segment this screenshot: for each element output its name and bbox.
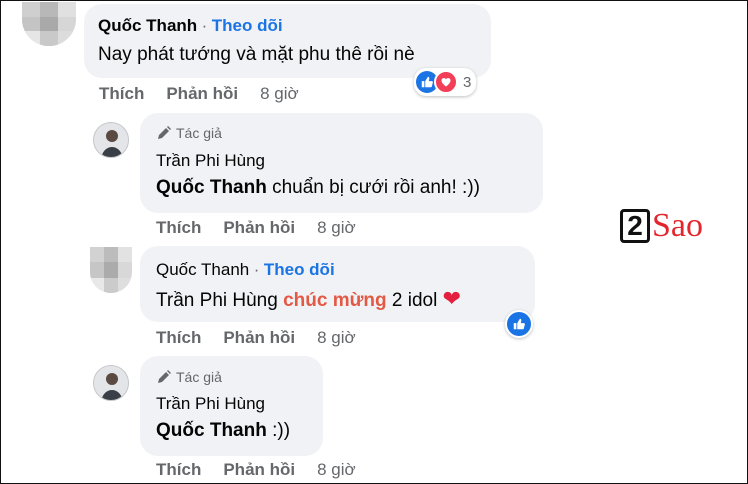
mention-link[interactable]: Trần Phi Hùng [156, 290, 278, 311]
comment-header: Quốc Thanh · Theo dõi [98, 16, 283, 36]
highlighted-phrase: chúc mừng [283, 290, 387, 311]
reply-text: Trần Phi Hùng chúc mừng 2 idol ❤ [156, 286, 461, 312]
reply-button[interactable]: Phản hồi [166, 84, 238, 104]
separator: · [253, 260, 260, 279]
reaction-count: 3 [463, 73, 472, 91]
timestamp[interactable]: 8 giờ [317, 328, 356, 348]
avatar-tran-phi-hung[interactable] [93, 365, 129, 401]
reply-content: :)) [266, 420, 291, 441]
author-badge-label: Tác giả [176, 369, 222, 385]
watermark-word: Sao [652, 207, 703, 244]
reply-content: chuẩn bị cưới rồi anh! :)) [266, 177, 480, 198]
author-name[interactable]: Quốc Thanh [156, 260, 249, 279]
author-name[interactable]: Quốc Thanh [98, 16, 197, 35]
reply-button[interactable]: Phản hồi [223, 328, 295, 348]
author-badge: Tác giả [156, 125, 222, 141]
comment-actions: Thích Phản hồi 8 giờ [99, 84, 299, 104]
comment-text: Nay phát tướng và mặt phu thê rồi nè [98, 44, 415, 65]
reaction-summary[interactable]: 3 [414, 68, 477, 96]
timestamp[interactable]: 8 giờ [317, 218, 356, 238]
like-button[interactable]: Thích [99, 84, 144, 104]
avatar-tran-phi-hung[interactable] [93, 122, 129, 158]
heart-icon [434, 70, 458, 94]
pen-icon [158, 126, 171, 139]
author-badge: Tác giả [156, 369, 222, 385]
reply-button[interactable]: Phản hồi [223, 460, 295, 480]
follow-link[interactable]: Theo dõi [264, 260, 335, 279]
timestamp[interactable]: 8 giờ [317, 460, 356, 480]
like-icon[interactable] [505, 310, 533, 338]
watermark-digit: 2 [620, 209, 650, 243]
author-name[interactable]: Trần Phi Hùng [156, 151, 265, 171]
reply-actions: Thích Phản hồi 8 giờ [156, 218, 356, 238]
like-button[interactable]: Thích [156, 328, 201, 348]
reply-content: 2 idol [386, 290, 443, 311]
reply-button[interactable]: Phản hồi [223, 218, 295, 238]
follow-link[interactable]: Theo dõi [212, 16, 283, 35]
reply-text: Quốc Thanh chuẩn bị cưới rồi anh! :)) [156, 177, 480, 199]
avatar-quoc-thanh[interactable] [90, 247, 132, 293]
pen-icon [158, 370, 171, 383]
like-button[interactable]: Thích [156, 218, 201, 238]
mention-link[interactable]: Quốc Thanh [156, 420, 267, 441]
author-badge-label: Tác giả [176, 125, 222, 141]
separator: · [201, 16, 208, 35]
reply-actions: Thích Phản hồi 8 giờ [156, 460, 356, 480]
reply-actions: Thích Phản hồi 8 giờ [156, 328, 356, 348]
reply-text: Quốc Thanh :)) [156, 420, 290, 442]
like-button[interactable]: Thích [156, 460, 201, 480]
heart-emoji: ❤ [442, 286, 462, 311]
mention-link[interactable]: Quốc Thanh [156, 177, 267, 198]
timestamp[interactable]: 8 giờ [260, 84, 299, 104]
reply-header: Quốc Thanh · Theo dõi [156, 260, 335, 280]
author-name[interactable]: Trần Phi Hùng [156, 394, 265, 414]
watermark-logo: 2 Sao [620, 207, 703, 245]
